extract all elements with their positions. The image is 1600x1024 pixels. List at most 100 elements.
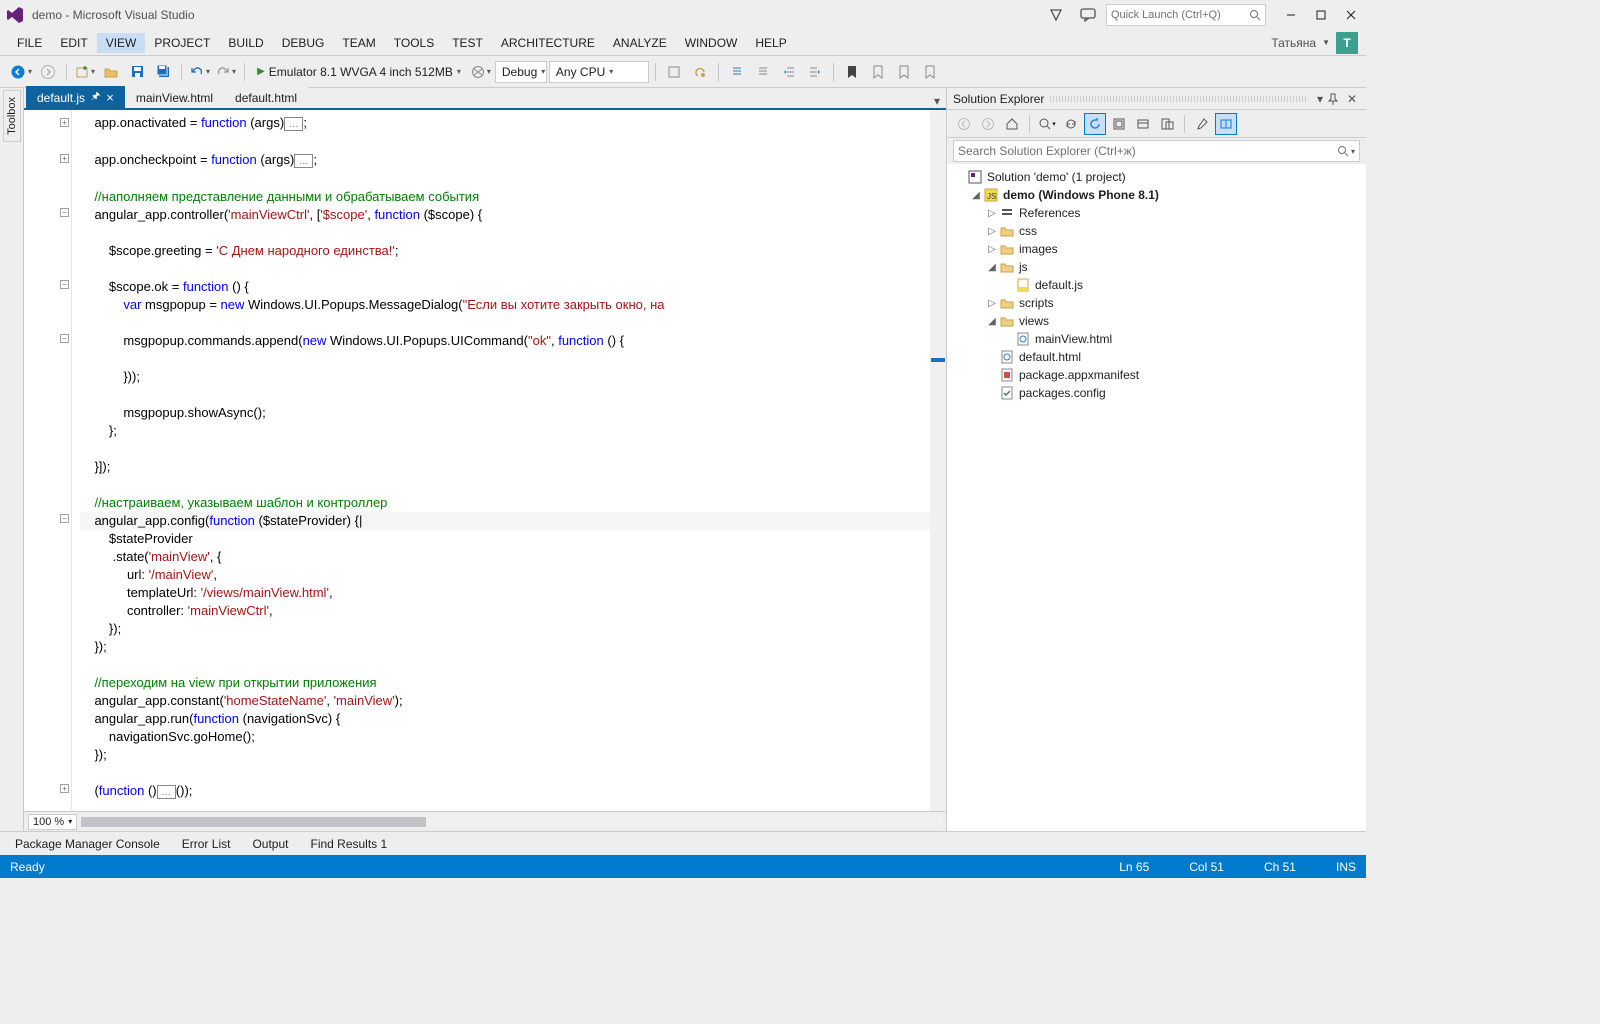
editor-vscrollbar[interactable] [930,110,946,811]
solution-config-dropdown[interactable]: Debug▾ [495,61,547,83]
tree-node[interactable]: mainView.html [947,330,1366,348]
menu-view[interactable]: VIEW [97,33,146,53]
bottom-tab[interactable]: Find Results 1 [299,833,398,855]
collapse-all-button[interactable] [1108,113,1130,135]
menu-team[interactable]: TEAM [333,33,384,53]
notifications-icon[interactable] [1042,3,1070,27]
panel-pin-button[interactable] [1328,93,1344,105]
bookmark-button[interactable] [840,60,864,84]
tree-node[interactable]: default.html [947,348,1366,366]
menu-analyze[interactable]: ANALYZE [604,33,676,53]
comment-button[interactable] [725,60,749,84]
scope-button[interactable]: ▾ [1036,113,1058,135]
tree-node[interactable]: ▷scripts [947,294,1366,312]
solution-platform-dropdown[interactable]: Any CPU▾ [549,61,649,83]
preview-selected-button[interactable] [1215,113,1237,135]
menu-debug[interactable]: DEBUG [273,33,334,53]
tree-node[interactable]: default.js [947,276,1366,294]
toolbar-btn-1[interactable] [662,60,686,84]
start-debug-button[interactable]: ▶ Emulator 8.1 WVGA 4 inch 512MB ▾ [251,60,467,84]
fold-toggle[interactable]: − [60,514,69,523]
redo-button[interactable]: ▾ [214,60,238,84]
tree-node[interactable]: ◢views [947,312,1366,330]
tree-node[interactable]: Solution 'demo' (1 project) [947,168,1366,186]
expand-toggle[interactable]: ◢ [985,262,999,273]
quick-launch-input[interactable]: Quick Launch (Ctrl+Q) [1106,4,1266,26]
menu-help[interactable]: HELP [746,33,795,53]
doc-tab[interactable]: default.html [224,86,308,108]
bottom-tab[interactable]: Package Manager Console [4,833,171,855]
solution-search-input[interactable]: Search Solution Explorer (Ctrl+ж) ▾ [953,140,1360,162]
expand-toggle[interactable]: ▷ [985,244,999,255]
close-button[interactable] [1336,3,1366,27]
solution-tree[interactable]: Solution 'demo' (1 project)◢JSdemo (Wind… [947,164,1366,831]
new-item-button[interactable]: ▾ [73,60,97,84]
editor-hscrollbar[interactable] [81,815,942,829]
expand-toggle[interactable]: ▷ [985,226,999,237]
nav-back-button[interactable]: ▾ [8,60,34,84]
doc-tab[interactable]: mainView.html [125,86,224,108]
save-button[interactable] [125,60,149,84]
feedback-icon[interactable] [1074,3,1102,27]
expand-toggle[interactable]: ▷ [985,298,999,309]
menu-edit[interactable]: EDIT [51,33,96,53]
sync-button[interactable] [1060,113,1082,135]
nav-forward-button[interactable] [36,60,60,84]
doc-tab[interactable]: default.js🖈× [26,86,125,108]
menu-test[interactable]: TEST [443,33,492,53]
bottom-tab[interactable]: Error List [171,833,242,855]
tree-node[interactable]: ▷References [947,204,1366,222]
forward-button[interactable] [977,113,999,135]
minimize-button[interactable] [1276,3,1306,27]
user-badge[interactable]: Т [1336,32,1358,54]
menu-tools[interactable]: TOOLS [385,33,443,53]
menu-file[interactable]: FILE [8,33,51,53]
back-button[interactable] [953,113,975,135]
code-editor[interactable]: ++−−−−+ app.onactivated = function (args… [24,110,946,811]
expand-toggle[interactable]: ◢ [985,316,999,327]
undo-button[interactable]: ▾ [188,60,212,84]
tree-node[interactable]: ▷css [947,222,1366,240]
tree-node[interactable]: ◢JSdemo (Windows Phone 8.1) [947,186,1366,204]
tabs-overflow-button[interactable]: ▾ [928,94,946,108]
fold-toggle[interactable]: + [60,784,69,793]
fold-toggle[interactable]: − [60,334,69,343]
preview-button[interactable] [1156,113,1178,135]
indent-button[interactable] [803,60,827,84]
expand-toggle[interactable]: ▷ [985,208,999,219]
tree-node[interactable]: packages.config [947,384,1366,402]
bookmark-clear-button[interactable] [918,60,942,84]
fold-toggle[interactable]: − [60,280,69,289]
expand-toggle[interactable]: ◢ [969,190,983,201]
outdent-button[interactable] [777,60,801,84]
toolbox-tab[interactable]: Toolbox [3,90,21,142]
menu-build[interactable]: BUILD [219,33,272,53]
bookmark-prev-button[interactable] [866,60,890,84]
uncomment-button[interactable] [751,60,775,84]
toolbar-btn-2[interactable] [688,60,712,84]
menu-architecture[interactable]: ARCHITECTURE [492,33,604,53]
tree-node[interactable]: package.appxmanifest [947,366,1366,384]
show-all-button[interactable] [1132,113,1154,135]
fold-toggle[interactable]: + [60,154,69,163]
menu-window[interactable]: WINDOW [676,33,747,53]
fold-toggle[interactable]: + [60,118,69,127]
properties-button[interactable] [1191,113,1213,135]
save-all-button[interactable] [151,60,175,84]
bottom-tab[interactable]: Output [241,833,299,855]
menu-project[interactable]: PROJECT [145,33,219,53]
code-content[interactable]: app.onactivated = function (args)...; ap… [72,110,946,811]
open-file-button[interactable] [99,60,123,84]
tree-node[interactable]: ◢js [947,258,1366,276]
tree-node[interactable]: ▷images [947,240,1366,258]
maximize-button[interactable] [1306,3,1336,27]
user-name[interactable]: Татьяна [1271,36,1316,50]
panel-dropdown-button[interactable]: ▾ [1312,92,1328,106]
editor-gutter[interactable]: ++−−−−+ [24,110,72,811]
browser-link-button[interactable]: ▾ [469,60,493,84]
refresh-button[interactable] [1084,113,1106,135]
home-button[interactable] [1001,113,1023,135]
close-tab-icon[interactable]: × [106,91,114,104]
bookmark-next-button[interactable] [892,60,916,84]
panel-close-button[interactable]: ✕ [1344,92,1360,106]
